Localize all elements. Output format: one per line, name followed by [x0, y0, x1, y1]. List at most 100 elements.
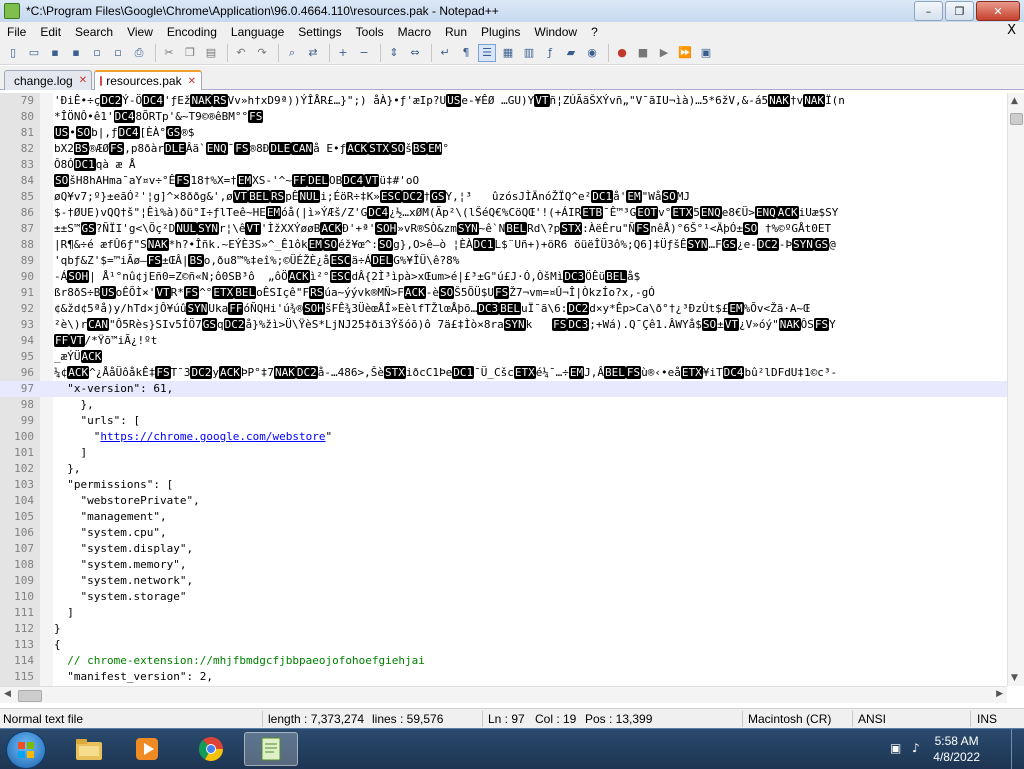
zoom-in-icon[interactable]: +	[334, 44, 352, 62]
clock[interactable]: 5:58 AM 4/8/2022	[933, 733, 980, 765]
scroll-right-icon[interactable]: ▶	[996, 689, 1003, 699]
code-line[interactable]: 80 *ÎÖNÔ•ê1'DC48ÕRTp'&~T9©®êBM°°FS	[0, 109, 1007, 125]
windows-explorer-icon[interactable]	[62, 732, 116, 766]
scroll-up-icon[interactable]: ▲	[1011, 96, 1018, 106]
record-macro-icon[interactable]: ●	[613, 44, 631, 62]
indent-guide-icon[interactable]: ☰	[478, 43, 496, 62]
paste-icon[interactable]: ▤	[202, 44, 220, 62]
code-line[interactable]: 91 ßr8ðS÷BUSoÊÕÌ×'VTR*FS^°ETX BELoÊSIçê"FR…	[0, 285, 1007, 301]
code-line[interactable]: 110 "system.storage"	[0, 589, 1007, 605]
code-line[interactable]: 112}	[0, 621, 1007, 637]
code-line[interactable]: 101 ]	[0, 445, 1007, 461]
print-icon[interactable]: ⎙	[130, 44, 148, 62]
function-list-icon[interactable]: ƒ	[541, 44, 559, 62]
code-line[interactable]: 93 ²è\)rCAN"Ô5Rès}SIv5ÍÖ7GSqDC2å}%žì>Ü\Ÿè…	[0, 317, 1007, 333]
menu-macro[interactable]: Macro	[391, 25, 438, 39]
copy-icon[interactable]: ❐	[181, 44, 199, 62]
horizontal-scroll-thumb[interactable]	[18, 690, 42, 702]
new-file-icon[interactable]: ▯	[4, 44, 22, 62]
status-insert-mode[interactable]: INS	[977, 712, 997, 726]
vertical-scrollbar[interactable]: ▲ ▼	[1007, 93, 1024, 686]
code-line[interactable]: 104 "webstorePrivate",	[0, 493, 1007, 509]
code-line[interactable]: 96 ¼¢ACK^¿ÅåÜôåkÊ‡FST¯3DC2yACKÞP°‡7NAK DC2…	[0, 365, 1007, 381]
close-tab-icon[interactable]: ✕	[79, 75, 87, 86]
volume-icon[interactable]: ♪	[912, 741, 926, 755]
code-line[interactable]: 107 "system.display",	[0, 541, 1007, 557]
horizontal-scrollbar[interactable]: ◀ ▶	[0, 686, 1007, 703]
save-macro-icon[interactable]: ▣	[697, 44, 715, 62]
find-icon[interactable]: ⌕	[283, 44, 301, 62]
code-line[interactable]: 85 øQ¥v7;º}±eãÓ²'¦g]^×8ððg&',øVT BEL RSpÊNU…	[0, 189, 1007, 205]
vertical-scroll-thumb[interactable]	[1010, 113, 1023, 125]
notepadpp-app-icon[interactable]	[4, 3, 20, 19]
cut-icon[interactable]: ✂	[160, 44, 178, 62]
code-line[interactable]: 88 |R¶&÷é æfÛ6ƒ"SNAK*h?•Îñk.~EÝÈ3S»^_Ê1ôk…	[0, 237, 1007, 253]
code-line[interactable]: 95 _æÝÜACK	[0, 349, 1007, 365]
code-line[interactable]: 111 ]	[0, 605, 1007, 621]
code-line[interactable]: 98 },	[0, 397, 1007, 413]
close-document-button[interactable]: X	[1007, 23, 1016, 38]
menu-search[interactable]: Search	[68, 25, 120, 39]
zoom-out-icon[interactable]: −	[355, 44, 373, 62]
close-all-icon[interactable]: ▫	[109, 44, 127, 62]
code-line[interactable]: 92 ¢&žd¢5ªå)y/hTd×jÔ¥úûSYNUkaFFóÑQHi'ú¾®S…	[0, 301, 1007, 317]
udl-icon[interactable]: ▦	[499, 44, 517, 62]
code-line[interactable]: 84 SOšH8hAHma¯aY¤v÷°ÊFS18†%X=†EMXS-'^~FF D…	[0, 173, 1007, 189]
show-desktop-button[interactable]	[1011, 729, 1024, 769]
menu-help[interactable]: ?	[584, 25, 605, 39]
code-line[interactable]: 108 "system.memory",	[0, 557, 1007, 573]
code-line[interactable]: 109 "system.network",	[0, 573, 1007, 589]
doc-map-icon[interactable]: ▥	[520, 44, 538, 62]
start-button[interactable]	[6, 731, 46, 769]
code-line[interactable]: 82 bX2BS®ÆØFS,p8ðàrDLEÂä`ENQ¯FS®8ÐDLE CANå…	[0, 141, 1007, 157]
code-line[interactable]: 102 },	[0, 461, 1007, 477]
close-tab-icon[interactable]: ✕	[188, 76, 196, 87]
minimize-button[interactable]: –	[914, 1, 943, 21]
code-line[interactable]: 103 "permissions": [	[0, 477, 1007, 493]
sync-h-icon[interactable]: ⇔	[406, 44, 424, 62]
replace-icon[interactable]: ⇄	[304, 44, 322, 62]
menu-view[interactable]: View	[120, 25, 160, 39]
code-line[interactable]: 105 "management",	[0, 509, 1007, 525]
code-line[interactable]: 94 FF VT/*Ÿõ™iÃ¿!ºt	[0, 333, 1007, 349]
menu-edit[interactable]: Edit	[33, 25, 68, 39]
code-line[interactable]: 114 // chrome-extension://mhjfbmdgcfjbbp…	[0, 653, 1007, 669]
menu-language[interactable]: Language	[224, 25, 291, 39]
notepadpp-icon[interactable]	[244, 732, 298, 766]
chrome-icon[interactable]	[184, 732, 238, 766]
media-player-icon[interactable]	[120, 732, 174, 766]
folder-workspace-icon[interactable]: ▰	[562, 44, 580, 62]
menu-file[interactable]: File	[0, 25, 33, 39]
menu-tools[interactable]: Tools	[349, 25, 391, 39]
code-line[interactable]: 100 "https://chrome.google.com/webstore"	[0, 429, 1007, 445]
save-all-icon[interactable]: ▪	[67, 44, 85, 62]
code-line[interactable]: 83 Ô8ÓDC1qà æ Å	[0, 157, 1007, 173]
maximize-button[interactable]: ❐	[945, 1, 974, 21]
code-line[interactable]: 99 "urls": [	[0, 413, 1007, 429]
undo-icon[interactable]: ↶	[232, 44, 250, 62]
run-macro-multiple-icon[interactable]: ⏩	[676, 44, 694, 62]
code-line[interactable]: 86 $-†ØUE)vQQ†š"¦Êì%à)ðü°I÷ƒlTeê~HEEMóå(|…	[0, 205, 1007, 221]
menu-settings[interactable]: Settings	[291, 25, 348, 39]
network-icon[interactable]: ▣	[890, 741, 904, 755]
code-line[interactable]: 81 US•SOb|,ƒDC4[ÈÀ°GS®$	[0, 125, 1007, 141]
code-line[interactable]: 97 "x-version": 61,	[0, 381, 1007, 397]
scroll-left-icon[interactable]: ◀	[4, 689, 11, 699]
code-line[interactable]: 79 'ĐiÊ•÷çDC2Ý-ÖDC4'ƒEžNAK RSVv»h†xD9ª))ÝÎ…	[0, 93, 1007, 109]
monitoring-icon[interactable]: ◉	[583, 44, 601, 62]
code-line[interactable]: 113 {	[0, 637, 1007, 653]
show-all-chars-icon[interactable]: ¶	[457, 44, 475, 62]
code-line[interactable]: 87 ±±S™GS?ÑÏI'g<\Öç²DNUL SYNr¦\êVT'ÌžXXÝøø…	[0, 221, 1007, 237]
menu-run[interactable]: Run	[438, 25, 474, 39]
menu-plugins[interactable]: Plugins	[474, 25, 527, 39]
open-file-icon[interactable]: ▭	[25, 44, 43, 62]
code-line[interactable]: 115 "manifest_version": 2,	[0, 669, 1007, 685]
save-icon[interactable]: ▪	[46, 44, 64, 62]
sync-v-icon[interactable]: ⇕	[385, 44, 403, 62]
stop-macro-icon[interactable]: ■	[634, 44, 652, 62]
scroll-down-icon[interactable]: ▼	[1011, 673, 1018, 683]
word-wrap-icon[interactable]: ↵	[436, 44, 454, 62]
code-line[interactable]: 89 'qbƒ&Z'$=™iÃø—FS±ŒÂ|BSo,ðu8™%‡eî%;©ÜÉŽ…	[0, 253, 1007, 269]
tab-resources-pak[interactable]: resources.pak ✕	[94, 70, 202, 90]
code-line[interactable]: 106 "system.cpu",	[0, 525, 1007, 541]
